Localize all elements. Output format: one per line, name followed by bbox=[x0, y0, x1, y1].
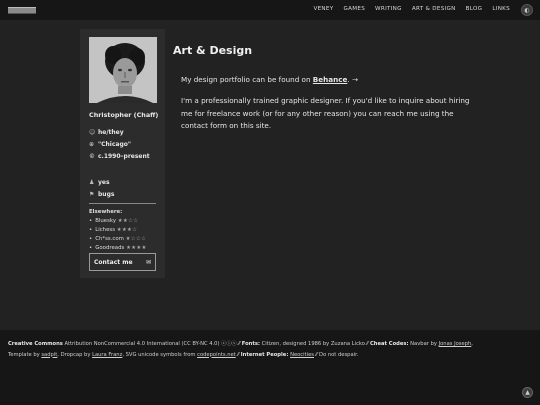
contact-label: Contact me bbox=[94, 258, 133, 266]
divider bbox=[89, 203, 156, 204]
scroll-top-button[interactable]: ▲ bbox=[522, 387, 533, 398]
pronouns-text: he/they bbox=[98, 128, 124, 136]
arrow-up-icon: ▲ bbox=[525, 389, 530, 396]
elsewhere-label[interactable]: Goodreads bbox=[95, 245, 124, 251]
cheat-label: Cheat Codes: bbox=[369, 341, 409, 347]
mail-icon: ✉ bbox=[145, 258, 151, 266]
rating-stars: ★☆☆☆ bbox=[125, 236, 147, 242]
top-nav: VENEY GAMES WRITING ART & DESIGN BLOG LI… bbox=[0, 0, 540, 20]
page-title: Art & Design bbox=[173, 44, 253, 57]
extra-text-2: bugs bbox=[98, 190, 115, 198]
elsewhere-item-lichess[interactable]: Lichess ★★★☆ bbox=[89, 226, 147, 235]
pawn-icon: ♟ bbox=[89, 178, 95, 186]
extra-row-2: ⚑ bugs bbox=[89, 188, 114, 200]
theme-icon: ◐ bbox=[524, 6, 530, 14]
profile-extras: ♟ yes ⚑ bugs bbox=[89, 176, 114, 200]
profile-facts: ☺ he/they ⊕ "Chicago" © c.1990–present bbox=[89, 126, 150, 162]
elsewhere-label[interactable]: Ch*ss.com bbox=[95, 236, 124, 242]
elsewhere-list: Bluesky ★★☆☆ Lichess ★★★☆ Ch*ss.com ★☆☆☆… bbox=[89, 217, 147, 253]
elsewhere-item-goodreads[interactable]: Goodreads ★★★★ bbox=[89, 244, 147, 253]
nav-item-writing[interactable]: WRITING bbox=[375, 4, 402, 15]
fonts-text: Citizen, designed 1986 by Zuzana Licko ⁄… bbox=[259, 341, 370, 347]
rating-stars: ★★☆☆ bbox=[117, 218, 139, 224]
dropcap-text: , Dropcap by bbox=[57, 351, 93, 358]
site-logo[interactable] bbox=[8, 7, 36, 14]
nav-item-blog[interactable]: BLOG bbox=[466, 4, 483, 15]
internet-people-label: Internet People: bbox=[240, 351, 289, 358]
footer: Creative Commons Attribution NonCommerci… bbox=[8, 341, 473, 358]
elsewhere-item-bluesky[interactable]: Bluesky ★★☆☆ bbox=[89, 217, 147, 226]
codepoints-link[interactable]: codepoints.net bbox=[197, 352, 236, 358]
neocities-link[interactable]: Neocities bbox=[290, 352, 314, 358]
nav-item-games[interactable]: GAMES bbox=[343, 4, 365, 15]
extra-row-1: ♟ yes bbox=[89, 176, 114, 188]
smiley-icon: ☺ bbox=[89, 128, 96, 136]
copyright-icon: © bbox=[89, 152, 95, 160]
svg-text: , SVG unicode symbols from bbox=[122, 351, 198, 358]
template-author-link[interactable]: sadpit bbox=[41, 352, 57, 358]
main-area: Christopher (Chaff) ☺ he/they ⊕ "Chicago… bbox=[0, 20, 540, 330]
cc-label[interactable]: Creative Commons bbox=[8, 341, 63, 347]
navbar-author-link[interactable]: Jonas Joseph bbox=[439, 341, 472, 347]
elsewhere-label[interactable]: Lichess bbox=[95, 227, 115, 233]
globe-icon: ⊕ bbox=[89, 140, 95, 148]
rating-stars: ★★★☆ bbox=[116, 227, 138, 233]
elsewhere-section: Elsewhere: Bluesky ★★☆☆ Lichess ★★★☆ Ch*… bbox=[89, 209, 147, 253]
portfolio-arrow: . → bbox=[347, 75, 358, 84]
elsewhere-item-chess-com[interactable]: Ch*ss.com ★☆☆☆ bbox=[89, 235, 147, 244]
rating-stars: ★★★★ bbox=[126, 245, 147, 251]
template-text: Template by bbox=[8, 351, 42, 358]
portfolio-paragraph: My design portfolio can be found on Beha… bbox=[181, 75, 358, 84]
portfolio-text: My design portfolio can be found on bbox=[181, 75, 313, 84]
flag-icon: ⚑ bbox=[89, 190, 95, 198]
dropcap-author-link[interactable]: Laura Franz bbox=[92, 352, 122, 358]
location-text: "Chicago" bbox=[98, 140, 132, 148]
behance-link[interactable]: Behance bbox=[313, 75, 348, 84]
born-text: c.1990–present bbox=[98, 152, 150, 160]
fonts-label: Fonts: bbox=[241, 341, 260, 347]
theme-toggle-button[interactable]: ◐ bbox=[521, 4, 533, 16]
elsewhere-label[interactable]: Bluesky bbox=[95, 218, 116, 224]
nav-item-links[interactable]: LINKS bbox=[492, 4, 510, 15]
pronouns-row: ☺ he/they bbox=[89, 126, 150, 138]
profile-name: Christopher (Chaff) bbox=[89, 111, 159, 119]
contact-me-button[interactable]: Contact me ✉ bbox=[89, 253, 156, 271]
do-not-despair-text: ⁄⁄ Do not despair. bbox=[313, 351, 359, 358]
bio-paragraph: I'm a professionally trained graphic des… bbox=[181, 96, 470, 130]
profile-card: Christopher (Chaff) ☺ he/they ⊕ "Chicago… bbox=[80, 29, 165, 278]
cheat-text: Navbar by bbox=[408, 341, 439, 347]
location-row: ⊕ "Chicago" bbox=[89, 138, 150, 150]
nav-menu: VENEY GAMES WRITING ART & DESIGN BLOG LI… bbox=[313, 4, 510, 15]
cc-text: Attribution NonCommercial 4.0 Internatio… bbox=[62, 341, 242, 347]
avatar bbox=[89, 37, 157, 103]
nav-item-art-design[interactable]: ART & DESIGN bbox=[412, 4, 456, 15]
elsewhere-heading: Elsewhere: bbox=[89, 209, 123, 215]
extra-text-1: yes bbox=[98, 178, 110, 186]
born-row: © c.1990–present bbox=[89, 150, 150, 162]
nav-item-veney[interactable]: VENEY bbox=[313, 4, 333, 15]
